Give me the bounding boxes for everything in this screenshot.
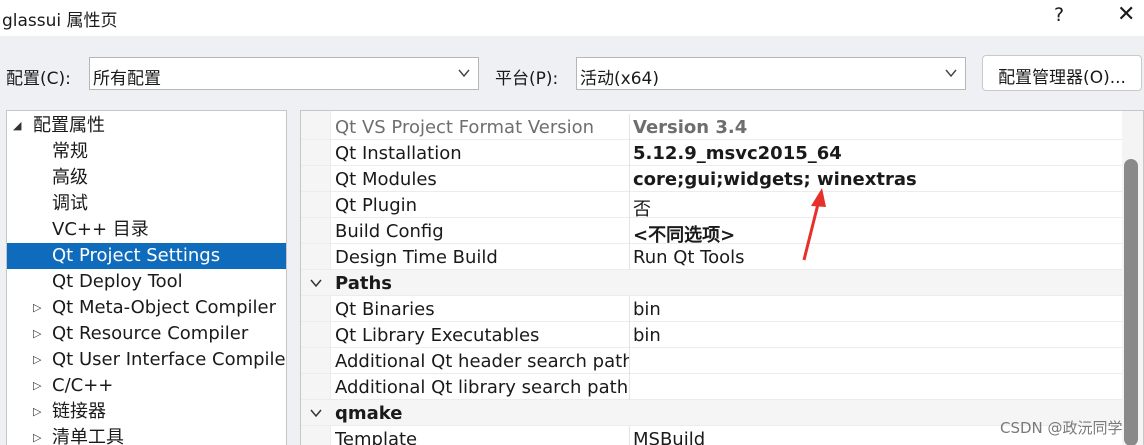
category-paths[interactable]: Paths	[301, 270, 1122, 296]
collapse-chevron-icon[interactable]	[309, 276, 323, 290]
property-row-build-config[interactable]: Build Config <不同选项>	[301, 218, 1122, 246]
chevron-down-icon	[945, 69, 957, 78]
collapsed-triangle-icon[interactable]: ▷	[33, 425, 41, 445]
column-divider	[629, 140, 630, 166]
property-name: Qt Installation	[335, 143, 462, 164]
property-row-design-time-build[interactable]: Design Time Build Run Qt Tools	[301, 244, 1122, 270]
platform-label: 平台(P):	[495, 69, 559, 89]
property-value[interactable]: Run Qt Tools	[633, 247, 745, 268]
tree-item-c-cpp[interactable]: ▷ C/C++	[7, 373, 286, 399]
property-name: Qt VS Project Format Version	[335, 117, 595, 138]
property-name: Qt Library Executables	[335, 325, 540, 346]
property-name: Qt Modules	[335, 169, 437, 190]
collapsed-triangle-icon[interactable]: ▷	[33, 347, 41, 373]
collapsed-triangle-icon[interactable]: ▷	[33, 295, 41, 321]
column-divider	[629, 426, 630, 445]
column-divider	[629, 348, 630, 374]
tree-item-label: 配置属性	[33, 115, 105, 136]
tree-item-general[interactable]: 常规	[7, 139, 286, 165]
property-grid: Qt VS Project Format Version Version 3.4…	[300, 110, 1144, 445]
tree-item-advanced[interactable]: 高级	[7, 165, 286, 191]
close-button[interactable]: ✕	[1117, 2, 1135, 27]
property-row-qt-installation[interactable]: Qt Installation 5.12.9_msvc2015_64	[301, 140, 1122, 166]
property-row-qt-modules[interactable]: Qt Modules core;gui;widgets; winextras	[301, 166, 1122, 192]
watermark-text: CSDN @政沅同学	[1000, 419, 1123, 437]
tree-item-label: 链接器	[52, 401, 106, 422]
help-button[interactable]: ?	[1054, 4, 1064, 26]
tree-item-manifest-tool[interactable]: ▷ 清单工具	[7, 425, 286, 445]
tree-item-qt-moc[interactable]: ▷ Qt Meta-Object Compiler	[7, 295, 286, 321]
property-row-library-search-paths[interactable]: Additional Qt library search paths	[301, 374, 1122, 400]
column-divider	[629, 374, 630, 400]
tree-item-qt-rcc[interactable]: ▷ Qt Resource Compiler	[7, 321, 286, 347]
property-row-qt-library-executables[interactable]: Qt Library Executables bin	[301, 322, 1122, 348]
property-name: Qt Binaries	[335, 299, 435, 320]
annotation-arrow-icon	[802, 188, 826, 261]
property-value[interactable]: MSBuild	[633, 429, 705, 445]
platform-select[interactable]: 活动(x64)	[576, 57, 966, 90]
collapsed-triangle-icon[interactable]: ▷	[33, 399, 41, 425]
tree-item-label: VC++ 目录	[52, 219, 149, 240]
property-name: Qt Plugin	[335, 195, 418, 216]
tree-item-label: Qt User Interface Compiler	[52, 349, 287, 370]
title-bar: glassui 属性页 ? ✕	[0, 0, 1144, 36]
collapse-chevron-icon[interactable]	[309, 406, 323, 420]
category-label: Paths	[335, 273, 392, 294]
tree-item-label: 清单工具	[52, 427, 124, 445]
scrollbar-thumb[interactable]	[1124, 159, 1138, 445]
config-select[interactable]: 所有配置	[89, 57, 479, 90]
tree-item-qt-project-settings[interactable]: Qt Project Settings	[7, 243, 286, 269]
configuration-manager-button[interactable]: 配置管理器(O)...	[982, 55, 1142, 91]
property-name: Build Config	[335, 221, 444, 242]
tree-item-label: 常规	[52, 141, 88, 162]
property-value[interactable]: 5.12.9_msvc2015_64	[633, 143, 842, 164]
tree-item-qt-uic[interactable]: ▷ Qt User Interface Compiler	[7, 347, 286, 373]
property-row-format-version[interactable]: Qt VS Project Format Version Version 3.4	[301, 114, 1122, 140]
expanded-triangle-icon[interactable]: ◢	[13, 113, 21, 139]
property-row-header-search-paths[interactable]: Additional Qt header search paths	[301, 348, 1122, 374]
window-title: glassui 属性页	[2, 11, 118, 31]
category-label: qmake	[335, 403, 403, 424]
column-divider	[629, 218, 630, 244]
tree-item-linker[interactable]: ▷ 链接器	[7, 399, 286, 425]
property-row-qt-binaries[interactable]: Qt Binaries bin	[301, 296, 1122, 322]
config-label: 配置(C):	[6, 69, 71, 89]
column-divider	[629, 296, 630, 322]
tree-item-label: Qt Deploy Tool	[52, 271, 183, 292]
property-value: Version 3.4	[633, 117, 748, 138]
tree-item-label: Qt Meta-Object Compiler	[52, 297, 276, 318]
tree-item-debugging[interactable]: 调试	[7, 191, 286, 217]
property-row-template[interactable]: Template MSBuild	[301, 426, 1122, 445]
tree-item-vc-directories[interactable]: VC++ 目录	[7, 217, 286, 243]
tree-item-qt-deploy-tool[interactable]: Qt Deploy Tool	[7, 269, 286, 295]
property-name: Additional Qt library search paths	[335, 377, 629, 398]
collapsed-triangle-icon[interactable]: ▷	[33, 373, 41, 399]
property-value[interactable]: bin	[633, 299, 661, 320]
property-tree: ◢ 配置属性 常规 高级 调试 VC++ 目录 Qt Project Setti…	[6, 110, 287, 445]
chevron-down-icon	[458, 69, 470, 78]
column-divider	[629, 192, 630, 218]
property-row-qt-plugin[interactable]: Qt Plugin 否	[301, 192, 1122, 220]
platform-select-value: 活动(x64)	[580, 69, 659, 89]
column-divider	[629, 322, 630, 348]
column-divider	[629, 114, 630, 140]
collapsed-triangle-icon[interactable]: ▷	[33, 321, 41, 347]
column-divider	[629, 244, 630, 270]
property-value[interactable]: core;gui;widgets; winextras	[633, 169, 917, 190]
property-name: Additional Qt header search paths	[335, 351, 629, 372]
tree-item-label: Qt Resource Compiler	[52, 323, 249, 344]
column-divider	[629, 166, 630, 192]
property-name: Template	[335, 429, 418, 445]
tree-item-config-properties[interactable]: ◢ 配置属性	[7, 113, 286, 139]
tree-item-label: C/C++	[52, 375, 114, 396]
property-value[interactable]: bin	[633, 325, 661, 346]
tree-item-label: Qt Project Settings	[52, 245, 221, 266]
config-select-value: 所有配置	[93, 69, 161, 89]
tree-item-label: 调试	[52, 193, 88, 214]
tree-item-label: 高级	[52, 167, 88, 188]
category-qmake[interactable]: qmake	[301, 400, 1122, 426]
property-name: Design Time Build	[335, 247, 498, 268]
